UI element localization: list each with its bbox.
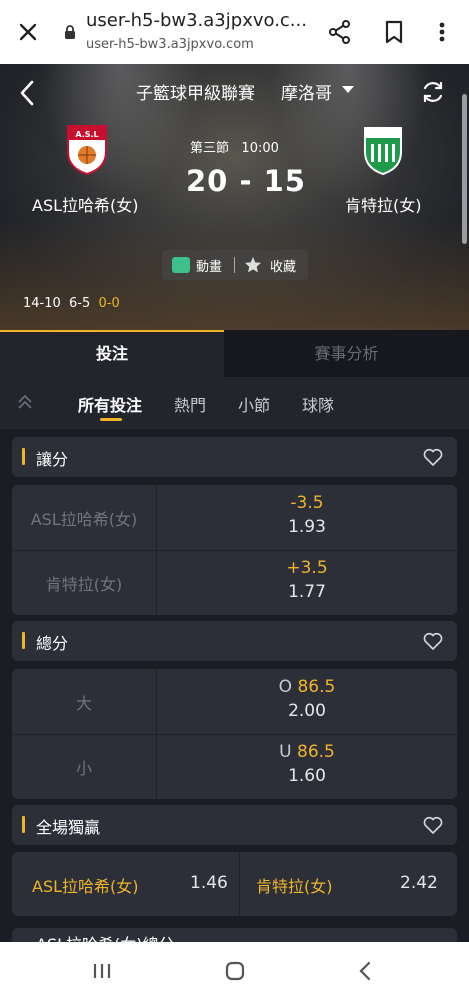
match-clock: 10:00	[241, 141, 279, 156]
recent-apps-icon[interactable]	[92, 962, 112, 980]
moneyline-title: 全場獨贏	[36, 818, 101, 837]
subtab-team[interactable]: 球隊	[302, 392, 334, 416]
tab-bet[interactable]: 投注	[0, 330, 224, 377]
more-vert-icon[interactable]	[430, 18, 454, 46]
moneyline-card: ASL拉哈希(女) 1.46 肯特拉(女) 2.42	[12, 852, 457, 916]
action-pill: 動畫 收藏	[162, 250, 308, 280]
handicap-row[interactable]: 肯特拉(女) +3.5 1.77	[12, 550, 457, 615]
share-icon[interactable]	[326, 18, 354, 46]
totals-row[interactable]: 大 O 86.5 2.00	[12, 669, 457, 734]
handicap-line: -3.5	[290, 493, 324, 513]
totals-title: 總分	[36, 634, 69, 653]
totals-card: 大 O 86.5 2.00 小 U 86.5 1.60	[12, 669, 457, 799]
handicap-title: 讓分	[36, 450, 69, 469]
subtab-quarter[interactable]: 小節	[238, 392, 270, 416]
moneyline-home-team[interactable]: ASL拉哈希(女)	[32, 873, 139, 897]
divider	[239, 852, 240, 916]
away-team-logo	[364, 127, 402, 176]
system-nav-bar	[0, 942, 469, 1000]
animation-icon[interactable]	[172, 257, 190, 273]
quarter-scores: 14-10 6-5 0-0	[23, 296, 120, 311]
subtab-hot[interactable]: 熱門	[174, 392, 206, 416]
q2-score: 6-5	[69, 296, 91, 311]
section-marker	[22, 632, 25, 649]
next-section-header[interactable]: ASL拉哈希(女)總分	[12, 928, 457, 942]
sub-tabs: 所有投注 熱門 小節 球隊	[0, 377, 469, 429]
totals-line: O 86.5	[157, 677, 457, 697]
moneyline-home-odds[interactable]: 1.46	[190, 873, 228, 893]
totals-label: 大	[75, 694, 92, 713]
home-icon[interactable]	[224, 960, 246, 982]
league-title: 子籃球甲級聯賽	[136, 84, 255, 104]
match-score: 20 - 15	[186, 164, 306, 198]
scrollbar[interactable]	[462, 94, 467, 244]
handicap-odds: 1.93	[288, 517, 326, 537]
current-quarter-score: 0-0	[98, 296, 120, 311]
away-team-name: 肯特拉(女)	[345, 196, 422, 215]
back-icon[interactable]	[358, 960, 372, 982]
totals-points: 86.5	[297, 677, 336, 697]
section-marker	[22, 448, 25, 465]
next-section-title: ASL拉哈希(女)總分	[36, 931, 175, 942]
collapse-up-icon[interactable]	[16, 393, 34, 411]
handicap-card: ASL拉哈希(女) -3.5 1.93 肯特拉(女) +3.5 1.77	[12, 485, 457, 615]
home-team-logo: A.S.L	[67, 125, 107, 176]
match-header: 子籃球甲級聯賽 摩洛哥 A.S.L ASL拉哈希(女) 肯特拉(女) 第三節 1…	[0, 64, 469, 330]
league-region[interactable]: 摩洛哥	[281, 79, 332, 104]
refresh-icon[interactable]	[420, 79, 446, 105]
main-tabs: 投注 賽事分析	[0, 330, 469, 377]
totals-header[interactable]: 總分	[12, 621, 457, 661]
totals-line: U 86.5	[157, 742, 457, 762]
handicap-header[interactable]: 讓分	[12, 437, 457, 477]
totals-odds: 2.00	[288, 701, 326, 721]
subtab-all[interactable]: 所有投注	[78, 392, 142, 416]
page-url[interactable]: user-h5-bw3.a3jpxvo.com	[86, 37, 254, 52]
heart-icon[interactable]	[423, 632, 443, 650]
totals-odds: 1.60	[288, 766, 326, 786]
close-icon[interactable]	[14, 18, 42, 46]
totals-label: 小	[75, 759, 92, 778]
period-label: 第三節	[190, 141, 230, 156]
browser-toolbar: user-h5-bw3.a3jpxvo.c... user-h5-bw3.a3j…	[0, 0, 469, 64]
favorite-button[interactable]: 收藏	[270, 256, 296, 275]
moneyline-header[interactable]: 全場獨贏	[12, 805, 457, 845]
divider	[234, 257, 235, 273]
handicap-team: 肯特拉(女)	[45, 575, 123, 594]
back-arrow-icon[interactable]	[14, 78, 40, 108]
heart-icon[interactable]	[423, 816, 443, 834]
lock-icon	[65, 25, 75, 39]
totals-prefix: O	[278, 677, 293, 697]
moneyline-away-odds[interactable]: 2.42	[400, 873, 438, 893]
totals-prefix: U	[279, 742, 292, 762]
home-logo-text: A.S.L	[75, 130, 98, 139]
heart-icon[interactable]	[423, 448, 443, 466]
q1-score: 14-10	[23, 296, 61, 311]
star-icon[interactable]	[244, 256, 262, 274]
handicap-line: +3.5	[286, 558, 328, 578]
active-tab-indicator	[100, 418, 122, 421]
handicap-team: ASL拉哈希(女)	[30, 510, 138, 529]
handicap-row[interactable]: ASL拉哈希(女) -3.5 1.93	[12, 485, 457, 550]
handicap-odds: 1.77	[288, 582, 326, 602]
page-title[interactable]: user-h5-bw3.a3jpxvo.c...	[86, 10, 306, 31]
totals-row[interactable]: 小 U 86.5 1.60	[12, 734, 457, 799]
tab-analysis[interactable]: 賽事分析	[224, 330, 469, 377]
bookmark-icon[interactable]	[380, 18, 408, 46]
totals-points: 86.5	[297, 742, 335, 762]
animation-button[interactable]: 動畫	[196, 256, 222, 275]
caret-down-icon[interactable]	[342, 86, 354, 94]
section-marker	[22, 816, 25, 833]
match-period: 第三節 10:00	[190, 137, 279, 156]
moneyline-away-team[interactable]: 肯特拉(女)	[256, 873, 333, 897]
home-team-name: ASL拉哈希(女)	[32, 196, 139, 215]
